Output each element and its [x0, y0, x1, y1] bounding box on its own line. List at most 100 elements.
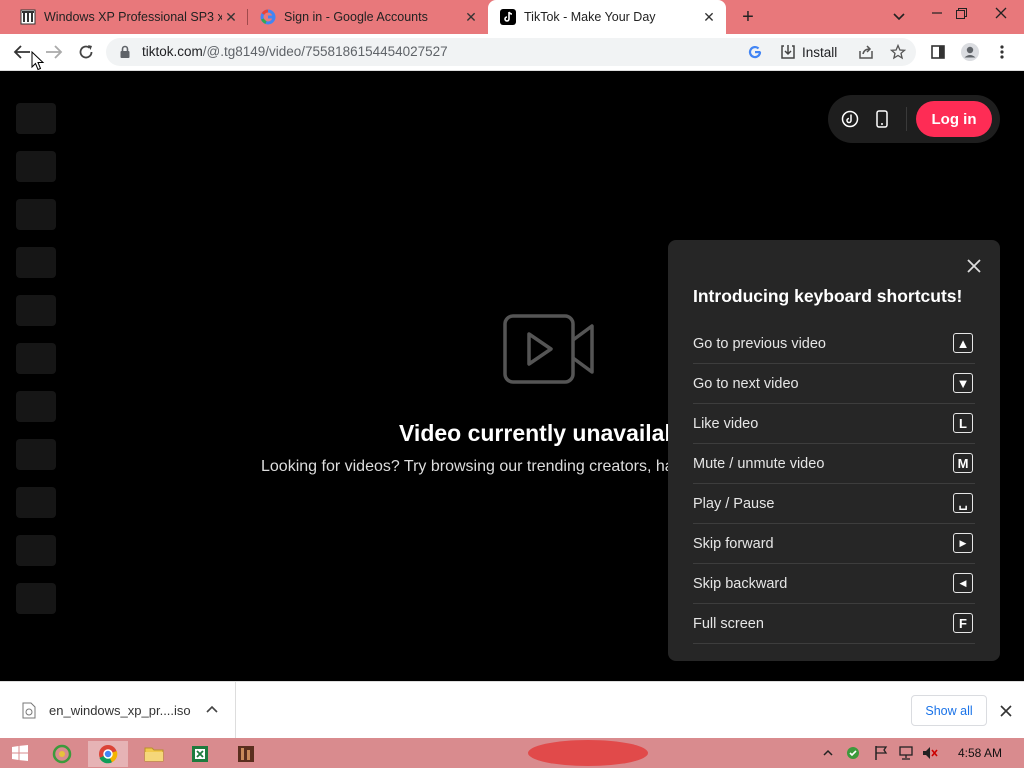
close-icon[interactable]: [964, 256, 984, 276]
start-button-windows-icon[interactable]: [0, 740, 40, 766]
network-icon[interactable]: [898, 745, 914, 761]
m-key-icon: M: [953, 453, 973, 473]
tiktok-coin-icon[interactable]: [840, 109, 860, 129]
up-arrow-key-icon: ▲: [953, 333, 973, 353]
login-button[interactable]: Log in: [916, 101, 992, 137]
reload-button[interactable]: [72, 38, 100, 66]
sidebar-skeleton: [16, 391, 56, 422]
tab-google-signin[interactable]: Sign in - Google Accounts ✕: [248, 0, 488, 34]
divider: [906, 107, 907, 131]
tab-title: Windows XP Professional SP3 x86: [44, 10, 222, 24]
right-arrow-key-icon: ▶: [953, 533, 973, 553]
shortcut-label: Skip forward: [693, 536, 774, 552]
side-panel-icon[interactable]: [924, 38, 952, 66]
chrome-taskbar-icon[interactable]: [88, 741, 128, 767]
shortcut-row: Mute / unmute video M: [693, 444, 975, 484]
google-lens-icon[interactable]: [748, 38, 762, 66]
download-file-name: en_windows_xp_pr....iso: [49, 703, 191, 718]
shortcut-label: Full screen: [693, 616, 764, 632]
sidebar-skeleton: [16, 439, 56, 470]
video-unavailable-title: Video currently unavailable: [399, 420, 698, 446]
new-tab-button[interactable]: +: [736, 5, 760, 29]
close-window-button[interactable]: [984, 0, 1018, 26]
shortcut-row: Full screen F: [693, 604, 975, 644]
tray-overflow-chevron-icon[interactable]: [820, 745, 836, 761]
screen: Windows XP Professional SP3 x86 ✕ Sign i…: [0, 0, 1024, 768]
keyboard-shortcuts-panel: Introducing keyboard shortcuts! Go to pr…: [668, 240, 1000, 661]
google-icon: [260, 9, 276, 25]
shortcut-row: Skip forward ▶: [693, 524, 975, 564]
flag-icon[interactable]: [873, 745, 889, 761]
close-tab-icon[interactable]: ✕: [700, 8, 718, 26]
spreadsheet-app-icon[interactable]: [180, 741, 220, 767]
shortcut-label: Mute / unmute video: [693, 456, 825, 472]
sidebar-skeleton: [16, 343, 56, 374]
url-path: /@.tg8149/video/7558186154454027527: [202, 44, 448, 59]
volume-muted-icon[interactable]: [922, 745, 938, 761]
lock-icon[interactable]: [118, 45, 132, 59]
restore-button[interactable]: [946, 0, 976, 26]
shortcut-label: Like video: [693, 416, 759, 432]
sidebar-skeleton: [16, 295, 56, 326]
download-shelf: en_windows_xp_pr....iso Show all: [0, 681, 1024, 739]
sidebar-skeleton: [16, 103, 56, 134]
shortcut-label: Play / Pause: [693, 496, 775, 512]
install-app-button[interactable]: Install: [780, 38, 837, 66]
shortcut-row: Play / Pause ␣: [693, 484, 975, 524]
windows-taskbar: 4:58 AM: [0, 738, 1024, 768]
share-icon[interactable]: [858, 38, 874, 66]
archive-icon: [20, 9, 36, 25]
bookmark-star-icon[interactable]: [890, 38, 906, 66]
profile-avatar-icon[interactable]: [956, 38, 984, 66]
file-icon: [22, 702, 36, 719]
shortcut-label: Skip backward: [693, 576, 788, 592]
mouse-cursor-icon: [31, 50, 45, 71]
browser-tab-strip: Windows XP Professional SP3 x86 ✕ Sign i…: [0, 0, 1024, 34]
video-camera-icon: [503, 314, 595, 386]
tab-windows-xp[interactable]: Windows XP Professional SP3 x86 ✕: [8, 0, 248, 34]
file-explorer-icon[interactable]: [134, 741, 174, 767]
chevron-up-icon[interactable]: [204, 702, 220, 718]
sidebar-skeleton: [16, 583, 56, 614]
mobile-app-icon[interactable]: [872, 109, 892, 129]
url-text[interactable]: tiktok.com/@.tg8149/video/75581861544540…: [142, 44, 448, 59]
chrome-menu-icon[interactable]: [988, 38, 1016, 66]
url-domain: tiktok.com: [142, 44, 203, 59]
address-bar[interactable]: tiktok.com/@.tg8149/video/75581861544540…: [106, 38, 916, 66]
shortcut-label: Go to next video: [693, 376, 799, 392]
space-key-icon: ␣: [953, 493, 973, 513]
l-key-icon: L: [953, 413, 973, 433]
tab-title: TikTok - Make Your Day: [524, 10, 656, 24]
close-download-shelf-icon[interactable]: [996, 701, 1016, 721]
tiktok-page: Log in Video currently unavailable Looki…: [0, 71, 1024, 681]
sidebar-skeleton: [16, 199, 56, 230]
security-tray-icon[interactable]: [845, 745, 861, 761]
close-tab-icon[interactable]: ✕: [222, 8, 240, 26]
system-clock[interactable]: 4:58 AM: [958, 746, 1002, 760]
sidebar-skeleton: [16, 487, 56, 518]
download-item[interactable]: en_windows_xp_pr....iso: [0, 682, 236, 739]
shortcut-row: Like video L: [693, 404, 975, 444]
refresh-app-icon[interactable]: [42, 741, 82, 767]
left-arrow-key-icon: ◀: [953, 573, 973, 593]
redacted-region: [528, 740, 648, 766]
shortcut-label: Go to previous video: [693, 336, 826, 352]
install-icon: [780, 44, 796, 60]
top-right-actions: Log in: [828, 95, 1000, 143]
shortcuts-list: Go to previous video ▲ Go to next video …: [693, 324, 975, 644]
tab-tiktok[interactable]: TikTok - Make Your Day ✕: [488, 0, 726, 34]
tab-title: Sign in - Google Accounts: [284, 10, 428, 24]
shortcuts-title: Introducing keyboard shortcuts!: [693, 286, 963, 306]
f-key-icon: F: [953, 613, 973, 633]
sidebar-skeleton: [16, 535, 56, 566]
shortcut-row: Go to next video ▼: [693, 364, 975, 404]
tiktok-icon: [500, 9, 516, 25]
close-tab-icon[interactable]: ✕: [462, 8, 480, 26]
show-all-downloads-button[interactable]: Show all: [911, 695, 987, 726]
tab-search-chevron-icon[interactable]: [884, 4, 914, 30]
shortcut-row: Skip backward ◀: [693, 564, 975, 604]
install-label: Install: [802, 44, 838, 60]
media-app-icon[interactable]: [226, 741, 266, 767]
browser-toolbar: tiktok.com/@.tg8149/video/75581861544540…: [0, 34, 1024, 71]
down-arrow-key-icon: ▼: [953, 373, 973, 393]
